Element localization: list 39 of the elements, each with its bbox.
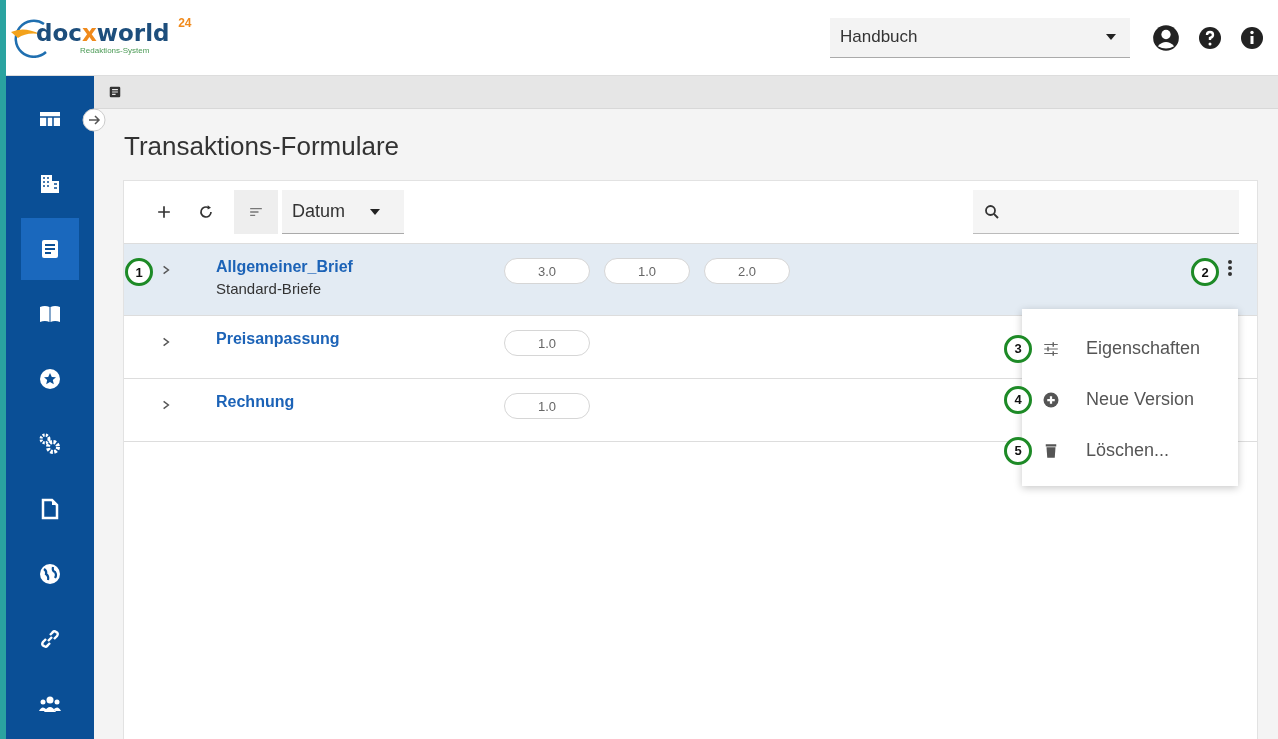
search-field[interactable] [973, 190, 1239, 234]
plus-circle-icon [1042, 390, 1060, 409]
document-icon[interactable] [108, 85, 122, 99]
version-chip[interactable]: 1.0 [504, 330, 590, 356]
page-title: Transaktions-Formulare [124, 131, 400, 162]
version-chip[interactable]: 2.0 [704, 258, 790, 284]
help-icon[interactable] [1198, 25, 1222, 50]
form-name-link[interactable]: Rechnung [216, 393, 504, 411]
form-name-link[interactable]: Allgemeiner_Brief [216, 258, 504, 276]
expand-sidebar-button[interactable] [82, 108, 106, 132]
sidebar-item[interactable] [21, 218, 79, 280]
callout-badge: 2 [1191, 258, 1219, 286]
callout-badge: 1 [125, 258, 153, 286]
building-icon [38, 172, 62, 196]
logo-wordmark: docxworld [36, 20, 170, 46]
caret-icon [1106, 34, 1116, 40]
callout-badge: 3 [1004, 334, 1032, 363]
menu-item[interactable]: 3 Eigenschaften [1004, 323, 1238, 374]
globe-icon [38, 562, 62, 586]
form-category: Standard-Briefe [216, 280, 323, 297]
search-icon [983, 202, 1001, 221]
version-chip[interactable]: 1.0 [504, 393, 590, 419]
version-chip[interactable]: 3.0 [504, 258, 590, 284]
sliders-icon [1042, 339, 1060, 358]
link-icon [38, 627, 62, 651]
logo-superscript: 24 [178, 16, 192, 30]
user-icon[interactable] [1152, 23, 1180, 52]
callout-badge: 5 [1004, 436, 1032, 465]
more-options-icon[interactable] [1227, 258, 1233, 278]
sort-select[interactable]: Datum [282, 190, 404, 234]
caret-icon [370, 208, 380, 215]
settings-icon [38, 432, 62, 456]
form-name-link[interactable]: Preisanpassung [216, 330, 504, 348]
manual-select[interactable]: Handbuch [830, 17, 1130, 58]
version-chip[interactable]: 1.0 [604, 258, 690, 284]
logo-tagline: Redaktions-System [80, 46, 151, 55]
callout-badge: 4 [1004, 385, 1032, 414]
info-icon[interactable] [1240, 25, 1264, 50]
list-row[interactable]: 1 Allgemeiner_Brief Standard-Briefe 3.0 1.0 2.0 2 [124, 244, 1257, 316]
